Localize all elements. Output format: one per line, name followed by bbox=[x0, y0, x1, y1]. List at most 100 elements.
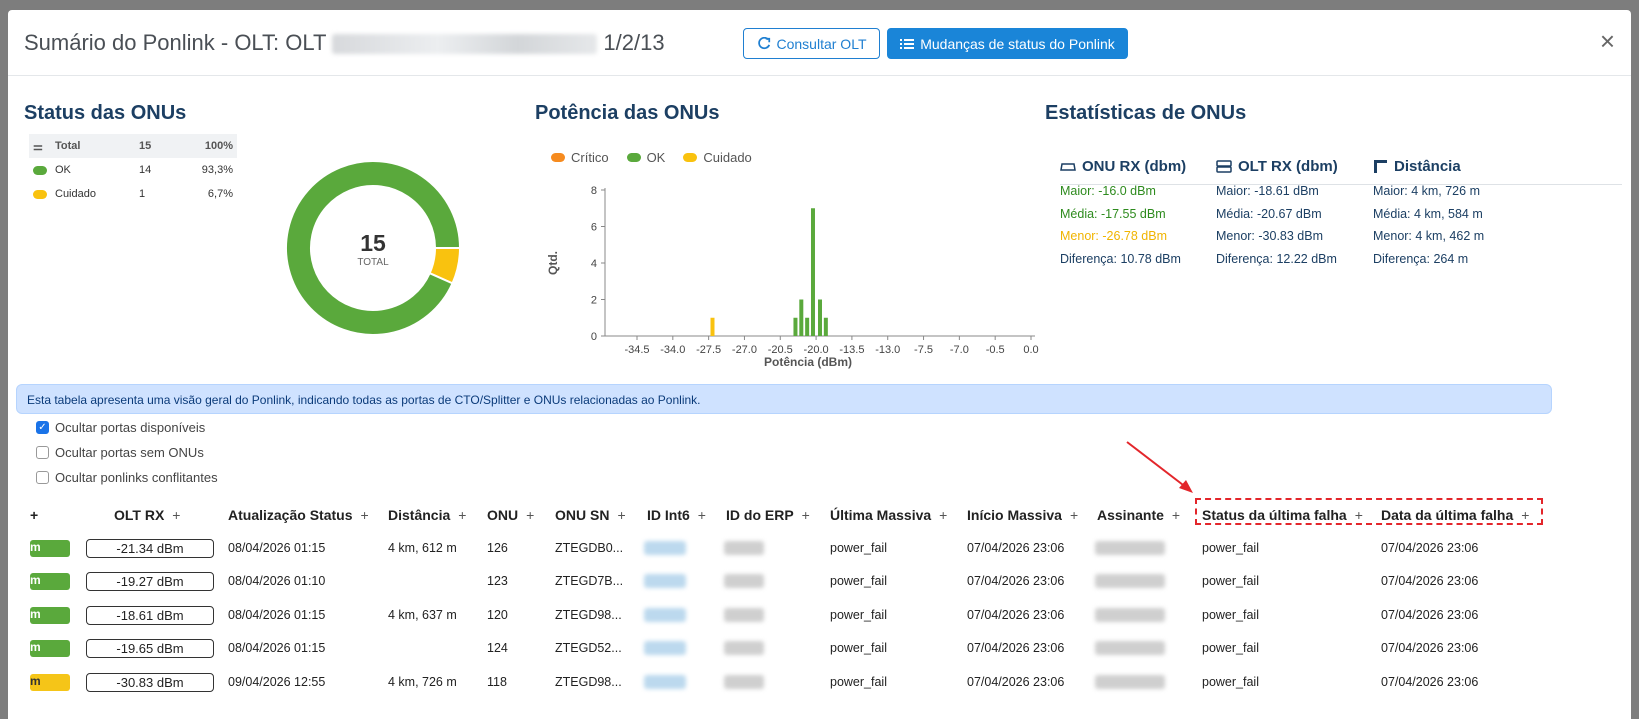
filter-ocultar-sem-onus[interactable]: Ocultar portas sem ONUs bbox=[36, 445, 204, 460]
filter-ocultar-conflitantes[interactable]: Ocultar ponlinks conflitantes bbox=[36, 470, 218, 485]
ultima-massiva-cell: power_fail bbox=[830, 641, 887, 655]
inicio-massiva-cell: 07/04/2026 23:06 bbox=[967, 541, 1065, 555]
onu-status-pill: m bbox=[30, 674, 70, 691]
legend-label: OK bbox=[646, 150, 666, 165]
plus-icon[interactable]: + bbox=[172, 507, 180, 523]
legend-label: Cuidado bbox=[703, 150, 752, 165]
plus-icon[interactable]: + bbox=[939, 507, 947, 523]
olt-rx-diferenca: Diferença: 12.22 dBm bbox=[1216, 252, 1337, 266]
plus-icon[interactable]: + bbox=[1172, 507, 1180, 523]
col-status-falha-header[interactable]: Status da última falha + bbox=[1202, 507, 1363, 523]
status-label: Cuidado bbox=[55, 188, 96, 200]
onu-rx-menor: Menor: -26.78 dBm bbox=[1060, 229, 1167, 243]
redacted-cell bbox=[644, 641, 686, 655]
plus-icon[interactable]: + bbox=[617, 507, 625, 523]
plus-icon[interactable]: + bbox=[1070, 507, 1078, 523]
checkbox-checked-icon[interactable]: ✓ bbox=[36, 421, 49, 434]
col-data-falha-header[interactable]: Data da última falha + bbox=[1381, 507, 1529, 523]
plus-icon[interactable]: + bbox=[526, 507, 534, 523]
plus-icon[interactable]: + bbox=[360, 507, 368, 523]
legend-cuidado[interactable]: Cuidado bbox=[683, 150, 752, 165]
distancia-diferenca: Diferença: 264 m bbox=[1373, 252, 1469, 266]
col-distancia-header[interactable]: Distância + bbox=[388, 507, 466, 523]
header-label: Data da última falha bbox=[1381, 507, 1514, 523]
x-axis-title: Potência (dBm) bbox=[764, 355, 852, 369]
onu-sn-cell[interactable]: ZTEGD98... bbox=[555, 675, 622, 689]
potencia-bar[interactable] bbox=[810, 208, 815, 336]
onu-sn-cell[interactable]: ZTEGDB0... bbox=[555, 541, 623, 555]
onu-sn-cell[interactable]: ZTEGD52... bbox=[555, 641, 622, 655]
pill-label: m bbox=[30, 540, 41, 554]
filter-label: Ocultar ponlinks conflitantes bbox=[55, 470, 218, 485]
col-ultima-massiva-header[interactable]: Última Massiva + bbox=[830, 507, 947, 523]
x-tick-label: -13.0 bbox=[875, 344, 900, 356]
status-row-total: ⚌ Total 15 100% bbox=[29, 134, 237, 158]
plus-icon[interactable]: + bbox=[458, 507, 466, 523]
cuidado-dot-icon bbox=[683, 153, 698, 162]
redacted-cell bbox=[1095, 675, 1165, 689]
col-olt-rx-header[interactable]: OLT RX + bbox=[114, 507, 180, 523]
potencia-bar[interactable] bbox=[805, 317, 810, 336]
status-pct: 6,7% bbox=[207, 188, 233, 200]
ultima-massiva-cell: power_fail bbox=[830, 675, 887, 689]
x-tick-label: -7.5 bbox=[914, 344, 933, 356]
plus-icon[interactable]: + bbox=[802, 507, 810, 523]
status-count: 14 bbox=[139, 164, 152, 176]
mudancas-status-button[interactable]: Mudanças de status do Ponlink bbox=[887, 28, 1128, 59]
distancia-head-label: Distância bbox=[1394, 158, 1461, 175]
onu-rx-head-label: ONU RX (dbm) bbox=[1082, 158, 1187, 175]
redacted-olt-name bbox=[332, 34, 598, 55]
filter-ocultar-disponiveis[interactable]: ✓ Ocultar portas disponíveis bbox=[36, 420, 205, 435]
col-id-erp-header[interactable]: ID do ERP + bbox=[726, 507, 810, 523]
onu-cell: 123 bbox=[487, 574, 508, 588]
redacted-cell bbox=[644, 541, 686, 555]
potencia-bar[interactable] bbox=[793, 317, 798, 336]
col-expand-header[interactable]: + bbox=[30, 507, 38, 523]
onu-cell: 126 bbox=[487, 541, 508, 555]
plus-icon[interactable]: + bbox=[698, 507, 706, 523]
checkbox-unchecked-icon[interactable] bbox=[36, 471, 49, 484]
olt-rx-media: Média: -20.67 dBm bbox=[1216, 207, 1322, 221]
close-icon[interactable]: × bbox=[1600, 28, 1615, 54]
potencia-bar[interactable] bbox=[818, 299, 822, 337]
col-inicio-massiva-header[interactable]: Início Massiva + bbox=[967, 507, 1078, 523]
plus-icon[interactable]: + bbox=[1521, 507, 1529, 523]
header-label: ID Int6 bbox=[647, 507, 690, 523]
y-tick-label: 2 bbox=[591, 295, 597, 307]
ponlink-summary-modal: Sumário do Ponlink - OLT: OLT 1/2/13 Cons… bbox=[8, 10, 1631, 719]
distancia-cell: 4 km, 612 m bbox=[388, 541, 457, 555]
y-tick-label: 4 bbox=[591, 258, 597, 270]
potencia-bar[interactable] bbox=[799, 299, 804, 337]
onu-status-pill: m bbox=[30, 573, 70, 590]
title-prefix: Sumário do Ponlink - OLT: OLT bbox=[24, 30, 327, 55]
potencia-bar[interactable] bbox=[710, 317, 715, 336]
atualizacao-cell: 08/04/2026 01:15 bbox=[228, 541, 326, 555]
col-atualizacao-header[interactable]: Atualização Status + bbox=[228, 507, 369, 523]
ok-dot-cell bbox=[29, 158, 51, 182]
onu-rx-media: Média: -17.55 dBm bbox=[1060, 207, 1166, 221]
col-assinante-header[interactable]: Assinante + bbox=[1097, 507, 1180, 523]
olt-rx-maior: Maior: -18.61 dBm bbox=[1216, 184, 1319, 198]
cuidado-dot-icon bbox=[33, 189, 47, 199]
consultar-olt-button[interactable]: Consultar OLT bbox=[743, 28, 880, 59]
red-arrow-annotation bbox=[1126, 441, 1193, 493]
onu-status-pill: m bbox=[30, 607, 70, 624]
potencia-bar[interactable] bbox=[823, 317, 828, 336]
onu-sn-cell[interactable]: ZTEGD98... bbox=[555, 608, 622, 622]
checkbox-unchecked-icon[interactable] bbox=[36, 446, 49, 459]
status-pct: 93,3% bbox=[201, 164, 233, 176]
redacted-cell bbox=[724, 675, 764, 689]
onu-sn-cell[interactable]: ZTEGD7B... bbox=[555, 574, 623, 588]
distancia-cell: 4 km, 637 m bbox=[388, 608, 457, 622]
col-onu-header[interactable]: ONU + bbox=[487, 507, 534, 523]
status-falha-cell: power_fail bbox=[1202, 641, 1259, 655]
legend-ok[interactable]: OK bbox=[626, 150, 666, 165]
plus-icon[interactable]: + bbox=[1355, 507, 1363, 523]
status-row-ok: OK 14 93,3% bbox=[29, 158, 237, 182]
olt-rx-value: -19.65 dBm bbox=[86, 639, 214, 658]
col-onu-sn-header[interactable]: ONU SN + bbox=[555, 507, 626, 523]
legend-critico[interactable]: Crítico bbox=[551, 150, 609, 165]
col-id-int6-header[interactable]: ID Int6 + bbox=[647, 507, 706, 523]
redacted-cell bbox=[644, 608, 686, 622]
y-tick-label: 0 bbox=[591, 331, 597, 343]
